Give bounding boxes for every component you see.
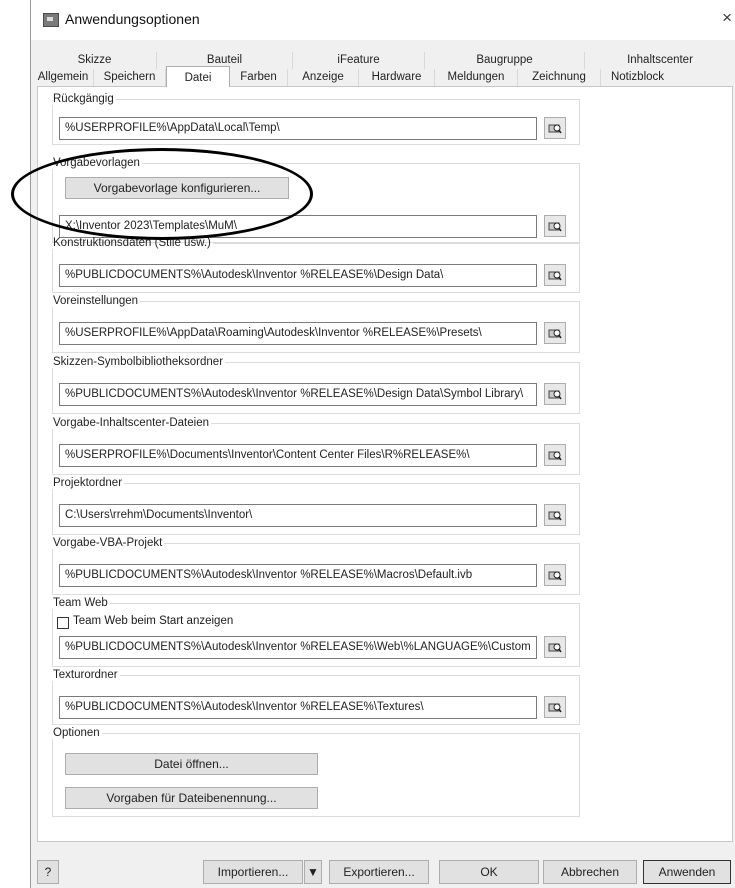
group-label: Vorgabe-VBA-Projekt: [53, 537, 163, 549]
ok-button[interactable]: OK: [439, 860, 539, 884]
group-projektordner: Projektordner C:\Users\rrehm\Documents\I…: [52, 477, 580, 535]
browse-folder-button[interactable]: [544, 215, 566, 237]
group-label: Skizzen-Symbolbibliotheksordner: [53, 356, 224, 368]
browse-folder-button[interactable]: [544, 444, 566, 466]
cancel-button[interactable]: Abbrechen: [543, 860, 637, 884]
apply-button[interactable]: Anwenden: [643, 860, 731, 884]
tab-baugruppe[interactable]: Baugruppe: [425, 52, 585, 69]
magnifier-folder-icon: [548, 571, 562, 581]
tab-notizblock[interactable]: Notizblock: [601, 69, 674, 86]
group-label: Optionen: [53, 727, 100, 739]
file-naming-defaults-button[interactable]: Vorgaben für Dateibenennung...: [65, 787, 318, 809]
tab-meldungen[interactable]: Meldungen: [435, 69, 518, 86]
group-voreinstellungen: Voreinstellungen %USERPROFILE%\AppData\R…: [52, 295, 580, 353]
group-label: Konstruktionsdaten (Stile usw.): [53, 237, 211, 249]
magnifier-folder-icon: [548, 703, 562, 713]
browse-folder-button[interactable]: [544, 264, 566, 286]
tab-datei[interactable]: Datei: [166, 66, 230, 87]
group-teamweb: Team Web Team Web beim Start anzeigen %P…: [52, 597, 580, 667]
group-label: Projektordner: [53, 477, 123, 489]
browse-folder-button[interactable]: [544, 696, 566, 718]
tab-speichern[interactable]: Speichern: [94, 69, 166, 86]
path-input[interactable]: %PUBLICDOCUMENTS%\Autodesk\Inventor %REL…: [59, 636, 537, 659]
path-input[interactable]: %PUBLICDOCUMENTS%\Autodesk\Inventor %REL…: [59, 264, 537, 287]
group-optionen: Optionen Datei öffnen... Vorgaben für Da…: [52, 727, 580, 817]
group-vorgabevorlagen: Vorgabevorlagen Vorgabevorlage konfiguri…: [52, 157, 580, 243]
path-input[interactable]: %PUBLICDOCUMENTS%\Autodesk\Inventor %REL…: [59, 383, 537, 406]
group-label: Vorgabevorlagen: [53, 157, 140, 169]
tab-zeichnung[interactable]: Zeichnung: [518, 69, 601, 86]
path-input[interactable]: %USERPROFILE%\AppData\Roaming\Autodesk\I…: [59, 322, 537, 345]
group-texturordner: Texturordner %PUBLICDOCUMENTS%\Autodesk\…: [52, 669, 580, 725]
group-label: Vorgabe-Inhaltscenter-Dateien: [53, 417, 209, 429]
import-button[interactable]: Importieren...: [203, 860, 303, 884]
group-konstruktionsdaten: Konstruktionsdaten (Stile usw.) %PUBLICD…: [52, 237, 580, 293]
browse-folder-button[interactable]: [544, 636, 566, 658]
import-dropdown-button[interactable]: ▼: [304, 860, 322, 884]
tab-panel-datei: Rückgängig %USERPROFILE%\AppData\Local\T…: [37, 86, 733, 842]
group-label: Voreinstellungen: [53, 295, 139, 307]
tab-hardware[interactable]: Hardware: [359, 69, 435, 86]
path-input[interactable]: %USERPROFILE%\Documents\Inventor\Content…: [59, 444, 537, 467]
path-input[interactable]: %USERPROFILE%\AppData\Local\Temp\: [59, 117, 537, 140]
file-open-options-button[interactable]: Datei öffnen...: [65, 753, 318, 775]
group-label: Rückgängig: [53, 93, 114, 105]
magnifier-folder-icon: [548, 511, 562, 521]
tab-ifeature[interactable]: iFeature: [293, 52, 425, 69]
browse-folder-button[interactable]: [544, 117, 566, 139]
tab-inhaltscenter[interactable]: Inhaltscenter: [585, 52, 735, 69]
tab-farben[interactable]: Farben: [230, 69, 288, 86]
magnifier-folder-icon: [548, 390, 562, 400]
magnifier-folder-icon: [548, 329, 562, 339]
tab-anzeige[interactable]: Anzeige: [288, 69, 359, 86]
browse-folder-button[interactable]: [544, 322, 566, 344]
group-inhaltscenter: Vorgabe-Inhaltscenter-Dateien %USERPROFI…: [52, 417, 580, 475]
help-button[interactable]: ?: [37, 860, 59, 884]
group-rueckgaengig: Rückgängig %USERPROFILE%\AppData\Local\T…: [52, 93, 580, 145]
browse-folder-button[interactable]: [544, 383, 566, 405]
browse-folder-button[interactable]: [544, 504, 566, 526]
chevron-down-icon: ▼: [307, 865, 319, 879]
checkbox-label: Team Web beim Start anzeigen: [73, 615, 234, 627]
group-label: Texturordner: [53, 669, 118, 681]
path-input[interactable]: %PUBLICDOCUMENTS%\Autodesk\Inventor %REL…: [59, 564, 537, 587]
path-input[interactable]: X:\Inventor 2023\Templates\MuM\: [59, 215, 537, 238]
dialog-window: Anwendungsoptionen × Skizze Bauteil iFea…: [30, 0, 735, 888]
tab-row-lower: Allgemein Speichern Datei Farben Anzeige…: [33, 66, 735, 87]
export-button[interactable]: Exportieren...: [329, 860, 429, 884]
tab-allgemein[interactable]: Allgemein: [33, 69, 94, 86]
group-vba: Vorgabe-VBA-Projekt %PUBLICDOCUMENTS%\Au…: [52, 537, 580, 595]
magnifier-folder-icon: [548, 271, 562, 281]
tab-skizze[interactable]: Skizze: [33, 52, 157, 69]
window-title: Anwendungsoptionen: [65, 11, 200, 27]
help-icon: ?: [44, 865, 52, 879]
group-label: Team Web: [53, 597, 108, 609]
title-bar: Anwendungsoptionen ×: [31, 0, 735, 40]
path-input[interactable]: C:\Users\rrehm\Documents\Inventor\: [59, 504, 537, 527]
magnifier-folder-icon: [548, 643, 562, 653]
magnifier-folder-icon: [548, 124, 562, 134]
group-skizzen-symbol: Skizzen-Symbolbibliotheksordner %PUBLICD…: [52, 356, 580, 414]
app-icon: [43, 13, 59, 27]
tab-row-upper: Skizze Bauteil iFeature Baugruppe Inhalt…: [33, 52, 735, 69]
browse-folder-button[interactable]: [544, 564, 566, 586]
close-icon[interactable]: ×: [722, 8, 732, 28]
team-web-checkbox[interactable]: [57, 617, 69, 629]
magnifier-folder-icon: [548, 451, 562, 461]
path-input[interactable]: %PUBLICDOCUMENTS%\Autodesk\Inventor %REL…: [59, 696, 537, 719]
magnifier-folder-icon: [548, 222, 562, 232]
configure-template-button[interactable]: Vorgabevorlage konfigurieren...: [65, 177, 289, 199]
